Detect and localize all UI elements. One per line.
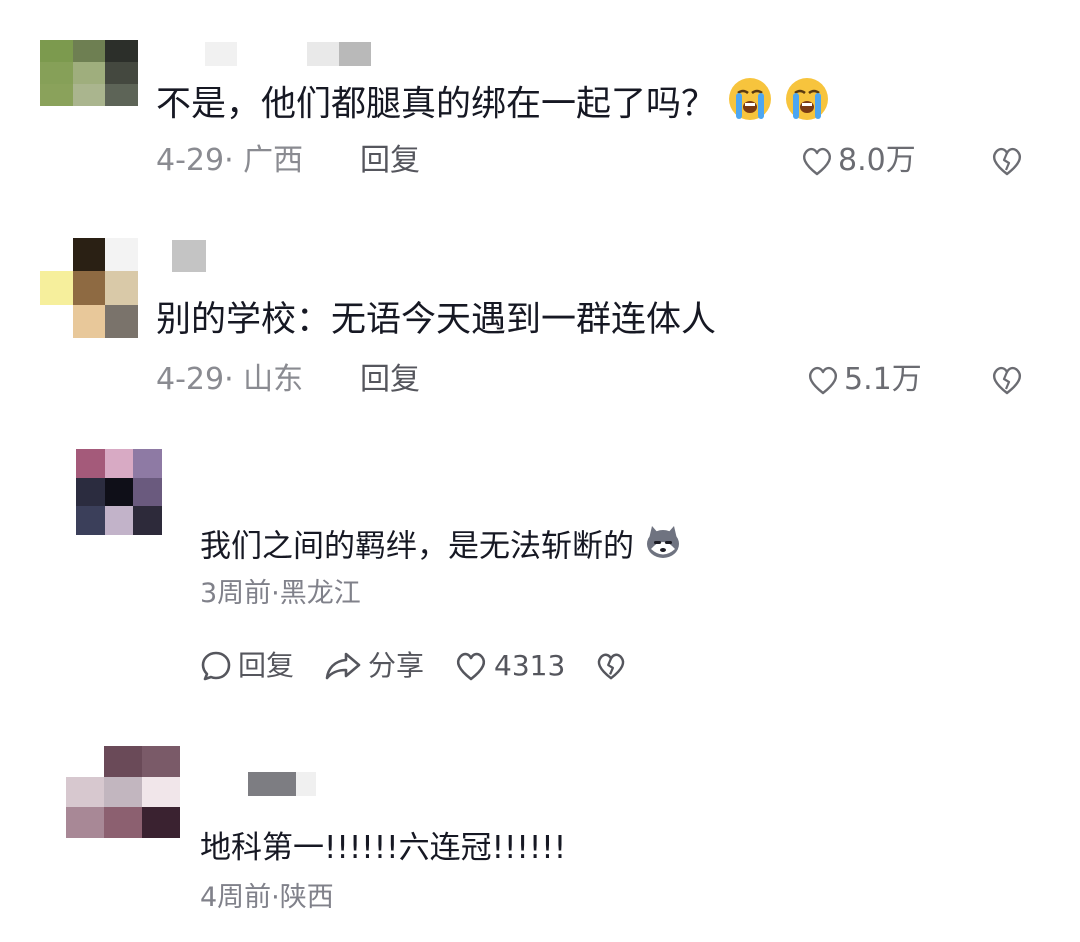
reply-meta: 4周前·陕西: [200, 882, 334, 913]
avatar[interactable]: [66, 746, 180, 838]
username-redacted[interactable]: [248, 772, 316, 796]
comment-text: 地科第一!!!!!!六连冠!!!!!!: [200, 830, 567, 866]
reply-comment-2: 地科第一!!!!!!六连冠!!!!!! 4周前·陕西: [0, 0, 1080, 942]
